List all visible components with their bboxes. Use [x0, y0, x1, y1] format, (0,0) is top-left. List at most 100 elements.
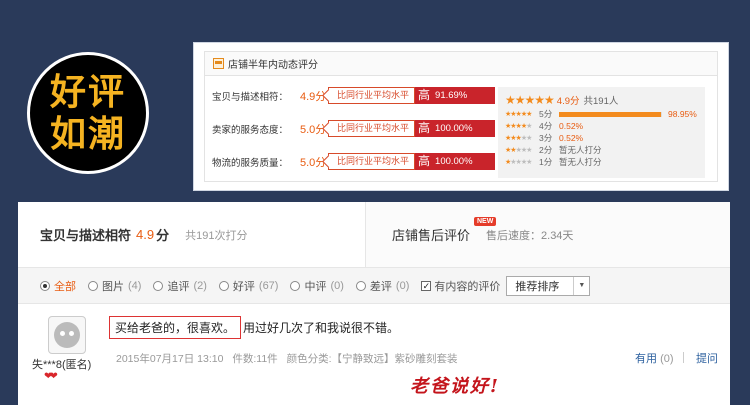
shop-icon — [213, 58, 224, 69]
distribution-row-1: ★★★★★ 1分 暂无人打分 — [505, 156, 698, 168]
filter-positive[interactable]: 好评 (67) — [218, 278, 278, 294]
rating-row-label: 物流的服务质量： — [212, 157, 289, 169]
filter-count: (0) — [330, 279, 344, 292]
filter-label: 差评 — [369, 280, 392, 293]
rating-compare: 比同行业平均水平 高 100.00% — [328, 120, 496, 137]
filter-label: 有内容的评价 — [434, 280, 501, 293]
description-rating-score: 4.9 — [136, 227, 155, 242]
sort-select[interactable]: 推荐排序 ▼ — [506, 275, 591, 296]
radio-icon[interactable] — [88, 280, 98, 291]
distribution-value: 0.52% — [559, 133, 584, 143]
filter-images[interactable]: 图片 (4) — [88, 278, 141, 294]
reviewer-name: 失***8(匿名) — [32, 359, 92, 371]
useful-link[interactable]: 有用 (0) — [635, 350, 674, 366]
filter-label: 全部 — [54, 280, 76, 293]
review-pieces: 件数:11件 — [232, 353, 278, 365]
useful-label[interactable]: 有用 — [635, 353, 657, 365]
tab-description-rating[interactable]: 宝贝与描述相符 4.9 分 共191次打分 — [18, 202, 366, 267]
distribution-row-4: ★★★★★ 4分 0.52% — [505, 120, 698, 132]
review-item: 失***8(匿名) ❤❤ 买给老爸的，很喜欢。 用过好几次了和我说很不错。 20… — [18, 304, 730, 404]
rating-row-description: 宝贝与描述相符： 4.9分 比同行业平均水平 高 91.69% — [212, 79, 507, 112]
four-star-icon: ★★★★★ — [505, 123, 532, 130]
compare-level: 高 — [415, 87, 434, 104]
reviews-panel: 宝贝与描述相符 4.9 分 共191次打分 店铺售后评价 NEW 售后速度：2.… — [18, 202, 730, 405]
distribution-summary: ★★★★★ 4.9分 共191人 — [505, 92, 698, 108]
distribution-value: 暂无人打分 — [559, 145, 602, 155]
badge-line-1: 好评 — [49, 71, 126, 113]
rating-rows: 宝贝与描述相符： 4.9分 比同行业平均水平 高 91.69% 卖家的服务态度：… — [212, 79, 507, 178]
reviews-header: 宝贝与描述相符 4.9 分 共191次打分 店铺售后评价 NEW 售后速度：2.… — [18, 202, 730, 268]
radio-icon[interactable] — [355, 280, 366, 291]
compare-text: 比同行业平均水平 — [328, 87, 416, 104]
filter-negative[interactable]: 差评 (0) — [355, 278, 410, 294]
after-sale-speed: 售后速度：2.34天 — [486, 229, 574, 242]
avatar[interactable] — [48, 316, 86, 354]
radio-icon[interactable] — [153, 280, 164, 291]
after-sale-title: 店铺售后评价 — [392, 228, 471, 243]
filter-label: 图片 — [102, 280, 124, 293]
filter-count: (0) — [395, 279, 410, 292]
distribution-value: 98.95% — [668, 109, 697, 119]
filter-label: 追评 — [167, 280, 190, 293]
praise-badge: 好评 如潮 — [27, 52, 149, 174]
shop-rating-card: 店铺半年内动态评分 宝贝与描述相符： 4.9分 比同行业平均水平 高 91.69… — [193, 42, 729, 191]
description-rating-unit: 分 — [156, 228, 170, 243]
three-star-icon: ★★★★★ — [505, 135, 532, 142]
distribution-label: 2分 — [539, 145, 553, 155]
compare-text: 比同行业平均水平 — [328, 120, 416, 137]
filter-label: 中评 — [304, 280, 327, 293]
filter-followup[interactable]: 追评 (2) — [153, 278, 207, 294]
new-badge: NEW — [474, 217, 497, 226]
badge-line-2: 如潮 — [49, 113, 126, 155]
distribution-row-2: ★★★★★ 2分 暂无人打分 — [505, 144, 698, 156]
ask-link[interactable]: 提问 — [696, 350, 718, 366]
distribution-label: 1分 — [539, 157, 553, 167]
rating-row-label: 卖家的服务态度： — [212, 124, 289, 136]
review-rest: 用过好几次了和我说很不错。 — [243, 321, 400, 335]
review-date: 2015年07月17日 13:10 — [116, 353, 224, 365]
star-rating-icon: ★★★★★ — [505, 93, 555, 107]
review-meta: 2015年07月17日 13:10 件数:11件 颜色分类:【宁静致远】紫砂雕刻… — [116, 351, 464, 366]
description-rating-title: 宝贝与描述相符 — [40, 228, 132, 243]
tab-after-sale[interactable]: 店铺售后评价 NEW 售后速度：2.34天 — [366, 202, 730, 267]
radio-icon[interactable] — [218, 280, 229, 291]
compare-percent: 100.00% — [433, 120, 496, 137]
two-star-icon: ★★★★★ — [505, 147, 532, 154]
distribution-value: 0.52% — [559, 121, 584, 131]
five-star-icon: ★★★★★ — [505, 111, 532, 118]
one-star-icon: ★★★★★ — [505, 159, 532, 166]
rating-compare: 比同行业平均水平 高 100.00% — [328, 153, 496, 170]
review-highlight: 买给老爸的，很喜欢。 — [109, 316, 242, 339]
rating-row-logistics: 物流的服务质量： 5.0分 比同行业平均水平 高 100.00% — [212, 145, 507, 178]
compare-text: 比同行业平均水平 — [328, 153, 416, 170]
filter-has-content[interactable]: ✓ 有内容的评价 — [421, 278, 500, 294]
rating-row-service: 卖家的服务态度： 5.0分 比同行业平均水平 高 100.00% — [212, 112, 507, 145]
description-rating-count: 共191次打分 — [185, 229, 248, 242]
rating-card-title: 店铺半年内动态评分 — [228, 60, 318, 71]
chevron-down-icon[interactable]: ▼ — [573, 276, 589, 295]
distribution-label: 5分 — [539, 109, 553, 119]
distribution-row-3: ★★★★★ 3分 0.52% — [505, 132, 698, 144]
summary-count: 共191人 — [583, 96, 619, 107]
handwritten-note: 老爸说好! — [410, 376, 500, 397]
distribution-bar — [559, 111, 662, 117]
rating-card-header: 店铺半年内动态评分 — [205, 52, 717, 76]
review-filter-bar: 全部 图片 (4) 追评 (2) 好评 (67) 中评 (0) 差评 (0) ✓… — [18, 268, 730, 304]
checkbox-checked-icon[interactable]: ✓ — [421, 280, 432, 291]
compare-percent: 91.69% — [433, 87, 496, 104]
compare-level: 高 — [415, 153, 434, 170]
radio-icon[interactable] — [40, 280, 50, 291]
filter-all[interactable]: 全部 — [40, 278, 76, 294]
default-avatar-icon — [54, 322, 80, 348]
filter-count: (2) — [193, 279, 207, 292]
review-color: 颜色分类:【宁静致远】紫砂雕刻套装 — [286, 353, 458, 365]
filter-neutral[interactable]: 中评 (0) — [290, 278, 344, 294]
radio-icon[interactable] — [290, 280, 301, 291]
distribution-bar-fill — [559, 111, 661, 117]
useful-count: (0) — [660, 353, 674, 365]
distribution-label: 3分 — [539, 133, 553, 143]
score-distribution: ★★★★★ 4.9分 共191人 ★★★★★ 5分 98.95% ★★★★★ 4… — [498, 87, 705, 178]
filter-count: (4) — [128, 279, 142, 292]
reviewer-level-hearts-icon: ❤❤ — [44, 371, 58, 382]
compare-level: 高 — [415, 120, 434, 137]
